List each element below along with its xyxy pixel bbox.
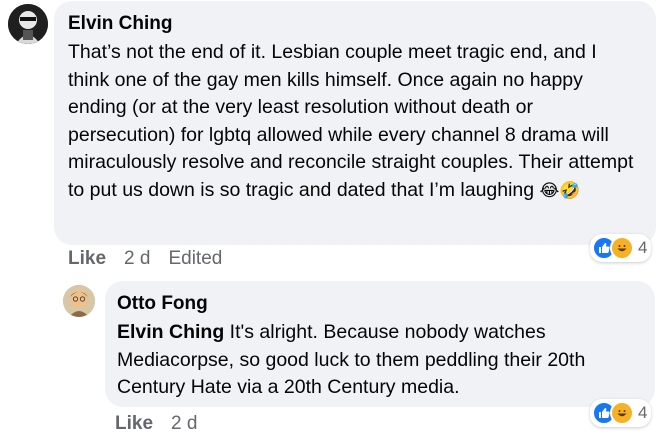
edited-label[interactable]: Edited (168, 248, 222, 270)
profile-picture-icon (8, 4, 48, 44)
haha-icon (610, 236, 634, 260)
reaction-summary[interactable]: 4 (590, 234, 652, 262)
tears-of-joy-emoji-icon: 😂 (539, 180, 560, 200)
reaction-count: 4 (638, 238, 648, 257)
like-button[interactable]: Like (115, 413, 153, 435)
comment-actions: Like 2 d Edited (68, 248, 222, 270)
avatar[interactable] (8, 4, 48, 44)
comment-author[interactable]: Elvin Ching (68, 11, 642, 37)
profile-picture-icon (63, 285, 95, 317)
comment-text: That’s not the end of it. Lesbian couple… (68, 39, 642, 204)
avatar[interactable] (63, 285, 95, 317)
comment-body: That’s not the end of it. Lesbian couple… (68, 41, 634, 201)
reply-bubble: Otto Fong Elvin Ching It's alright. Beca… (105, 281, 655, 407)
reaction-summary[interactable]: 4 (590, 399, 652, 427)
reaction-count: 4 (638, 403, 648, 422)
timestamp[interactable]: 2 d (124, 248, 150, 270)
reply-actions: Like 2 d (115, 413, 197, 435)
rolling-laughing-emoji-icon: 🤣 (559, 180, 581, 200)
haha-icon (610, 401, 634, 425)
reply-author[interactable]: Otto Fong (117, 291, 643, 317)
reply-text: Elvin Ching It's alright. Because nobody… (117, 319, 643, 402)
timestamp[interactable]: 2 d (171, 413, 197, 435)
comment-bubble: Elvin Ching That’s not the end of it. Le… (54, 1, 656, 245)
like-button[interactable]: Like (68, 248, 106, 270)
mention-link[interactable]: Elvin Ching (117, 321, 224, 343)
